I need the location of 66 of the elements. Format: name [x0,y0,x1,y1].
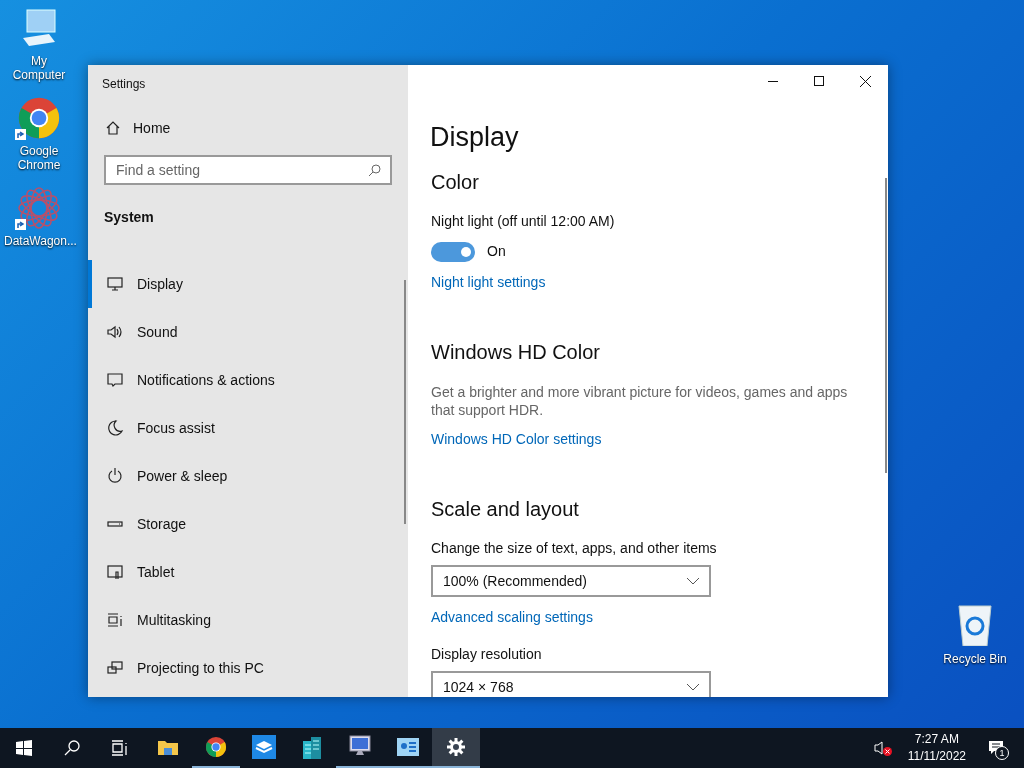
home-nav-item[interactable]: Home [88,105,408,151]
task-view-icon [111,740,129,756]
taskbar-app[interactable] [432,728,480,768]
multitask-icon [106,611,124,629]
recycle-bin-icon [955,602,995,646]
speaker-icon [106,323,124,341]
desktop-icon-label[interactable]: DataWagon... [4,234,74,248]
tablet-icon [106,563,124,581]
chrome-icon [205,736,227,758]
nav-item[interactable]: Multitasking [88,596,408,644]
clock-date: 11/11/2022 [907,748,966,765]
field-label: Change the size of text, apps, and other items [431,539,718,558]
section-heading: System [103,208,155,227]
clock[interactable]: 7:27 AM 11/11/2022 [903,731,970,765]
id-card-icon [397,738,419,756]
toggle-state: On [487,242,506,261]
scrollbar-thumb[interactable] [404,280,406,524]
nav-item[interactable]: Focus assist [88,404,408,452]
moon-icon [106,419,124,437]
notification-count: 1 [995,746,1009,760]
windows-logo-icon [16,740,32,756]
minimize-icon [768,80,778,82]
desktop-icon-label[interactable]: Recycle Bin [943,650,1007,668]
nav-item[interactable]: Projecting to this PC [88,644,408,692]
page-title: Display [430,121,520,154]
window-title: Settings [101,76,147,93]
settings-icon [446,737,466,757]
section-heading: Color [431,170,480,195]
clock-time: 7:27 AM [914,731,959,748]
nav-item[interactable]: Notifications & actions [88,356,408,404]
project-icon [106,659,124,677]
box-icon [252,735,276,759]
desktop-icon-label[interactable]: Google Chrome [4,144,74,172]
section-heading: Scale and layout [431,497,580,522]
dropdown[interactable]: 1024 × 768 [431,671,711,697]
power-icon [106,467,124,485]
chevron-down-icon [687,683,699,691]
speaker-icon[interactable] [873,740,886,756]
search-field[interactable]: Find a setting [104,155,392,185]
search-icon [368,163,382,177]
home-icon [105,120,121,136]
dropdown[interactable]: 100% (Recommended) [431,565,711,597]
toggle-switch[interactable] [431,241,475,262]
search-icon [64,740,80,756]
settings-link[interactable]: Windows HD Color settings [431,429,602,450]
close-icon [859,75,871,87]
field-label: Display resolution [431,645,543,664]
settings-link[interactable]: Night light settings [431,272,546,293]
message-icon [106,371,124,389]
building-icon [301,735,323,759]
maximize-icon [814,76,824,86]
toggle-label: Night light (off until 12:00 AM) [431,212,616,231]
chevron-down-icon [687,577,699,585]
nav-item[interactable]: Storage [88,500,408,548]
scrollbar-thumb[interactable] [885,178,887,473]
nav-item[interactable]: Tablet [88,548,408,596]
desktop-icon-label[interactable]: My Computer [4,54,74,82]
nav-item[interactable]: Sound [88,308,408,356]
section-heading: Windows HD Color [431,340,601,365]
nav-item[interactable]: Power & sleep [88,452,408,500]
chrome-icon [17,96,61,140]
monitor-icon [106,275,124,293]
description-text: Get a brighter and more vibrant picture for videos, games and apps that support HDR. [431,383,849,419]
folder-icon [157,738,179,756]
settings-link[interactable]: Advanced scaling settings [431,607,593,628]
mesh-logo-icon [17,186,61,230]
